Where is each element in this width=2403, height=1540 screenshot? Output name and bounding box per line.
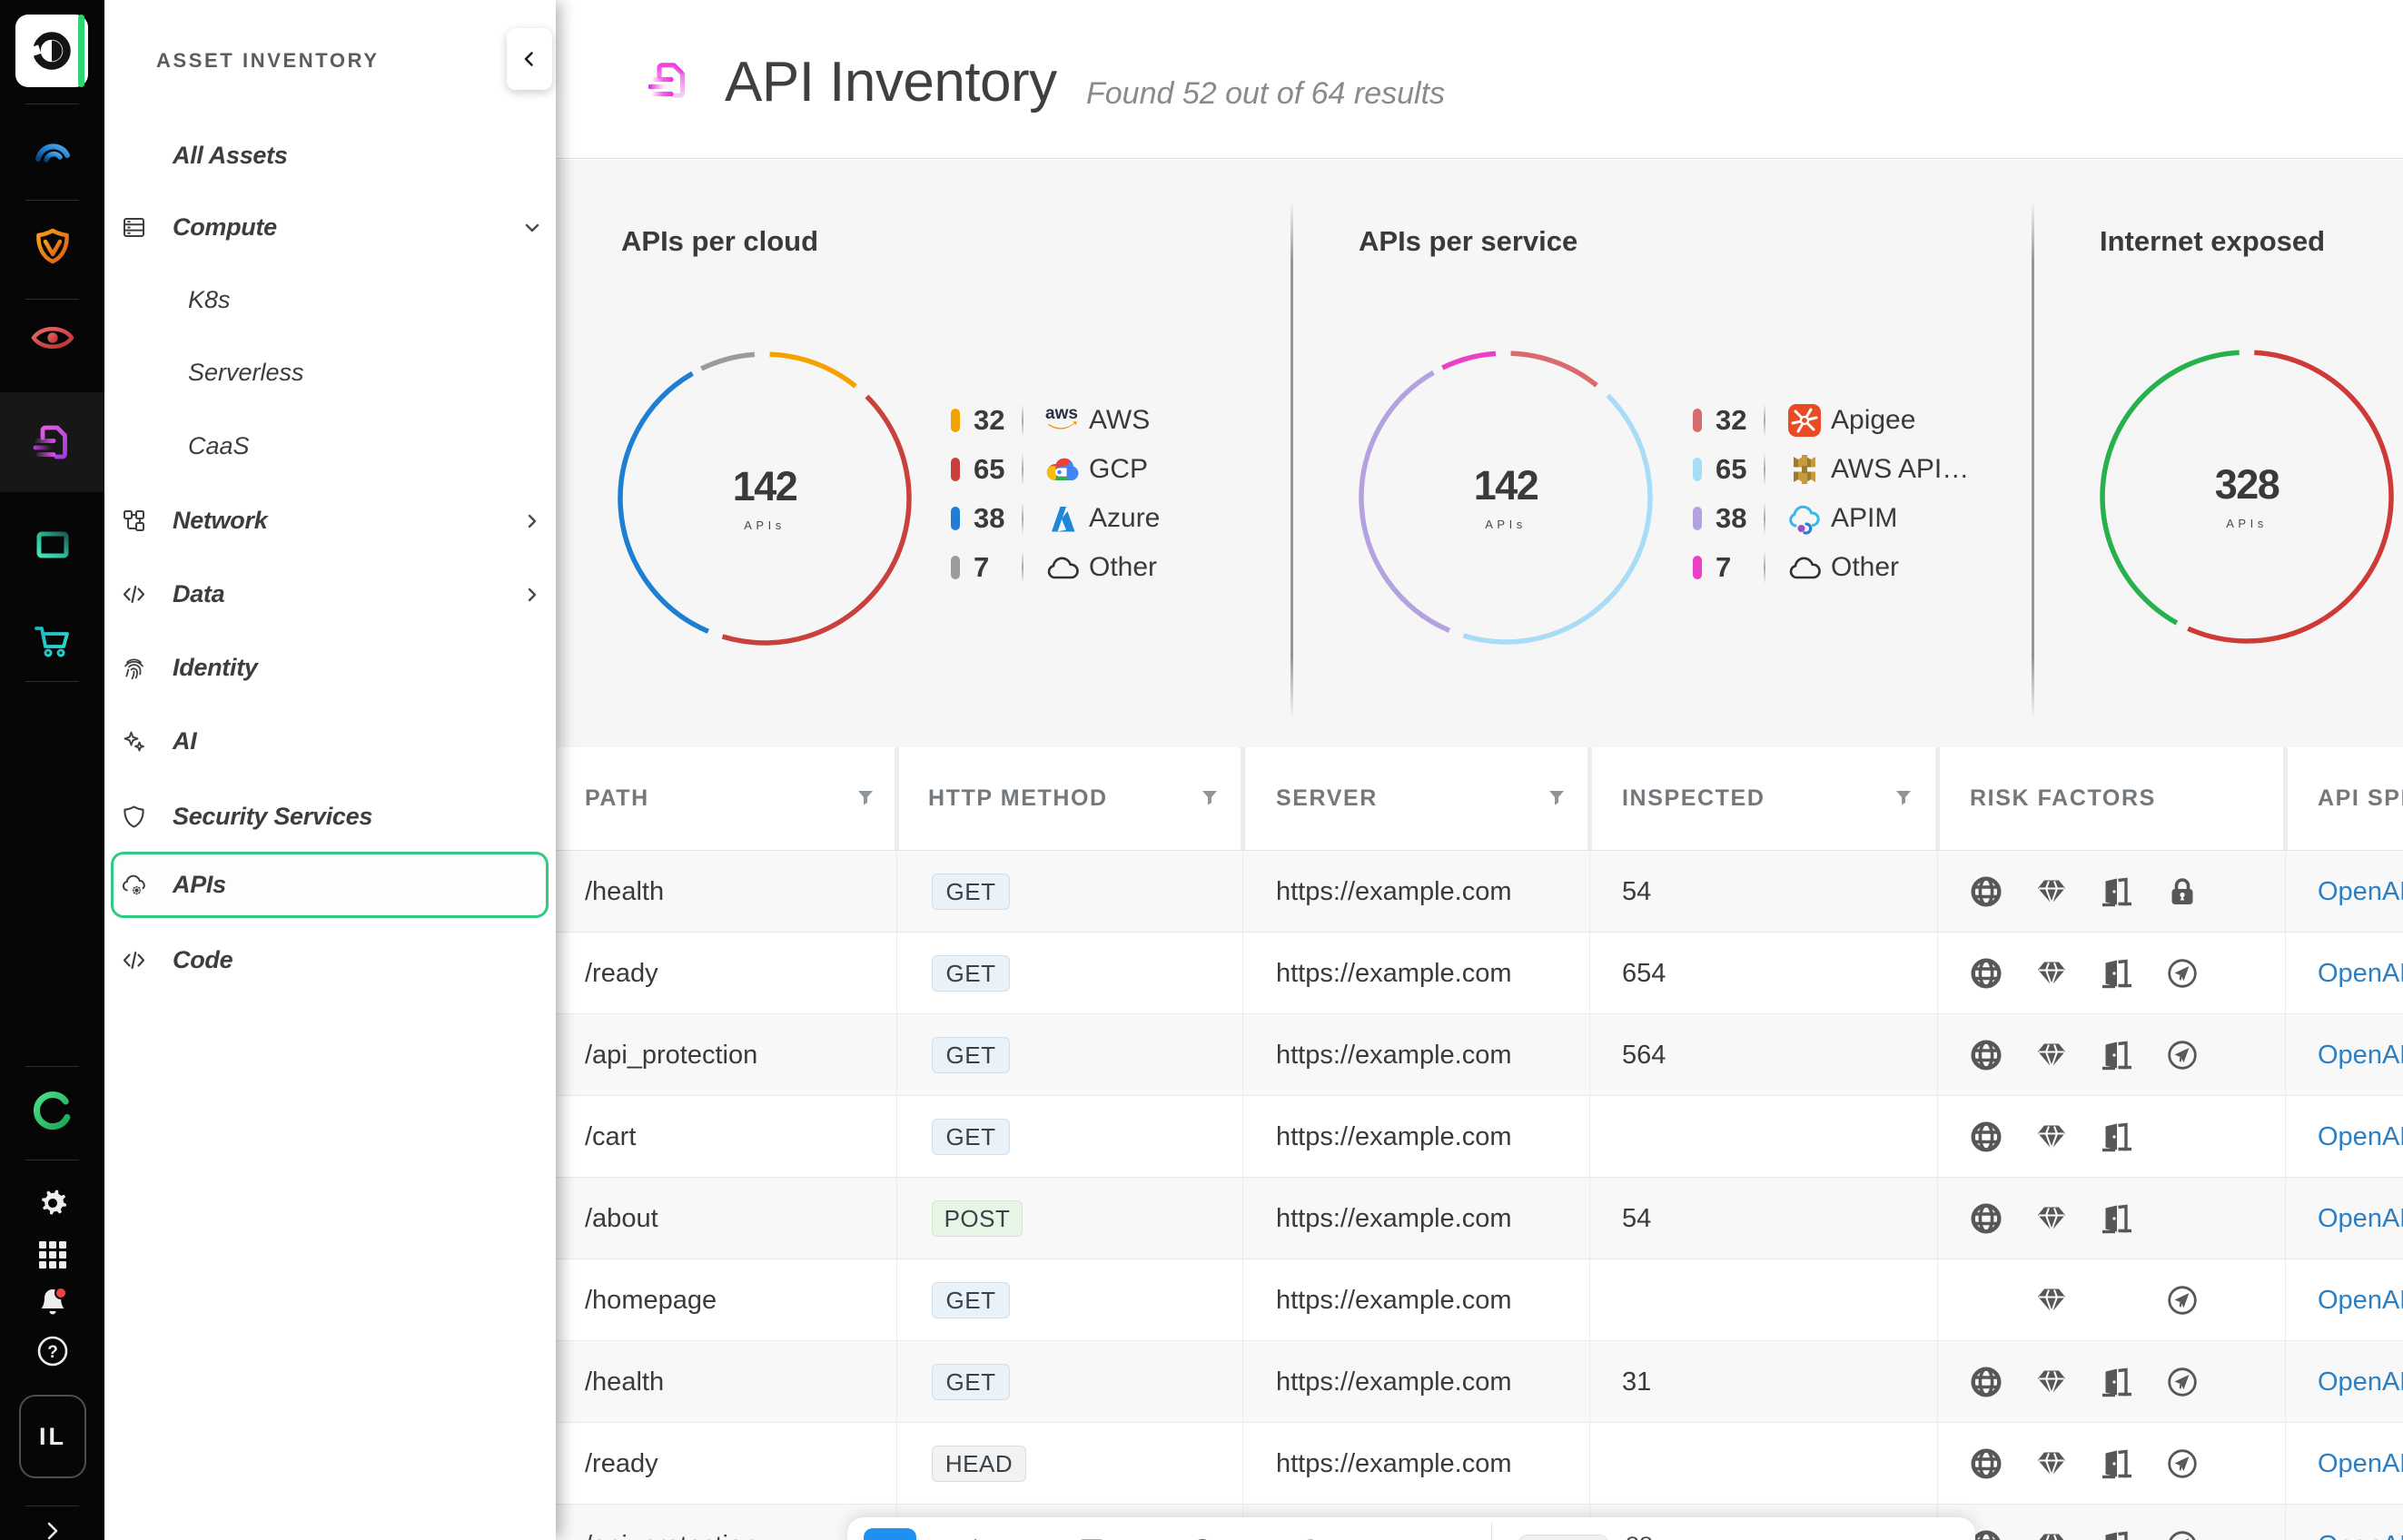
svg-text:aws: aws [1045, 404, 1078, 423]
svg-text:?: ? [47, 1343, 58, 1362]
